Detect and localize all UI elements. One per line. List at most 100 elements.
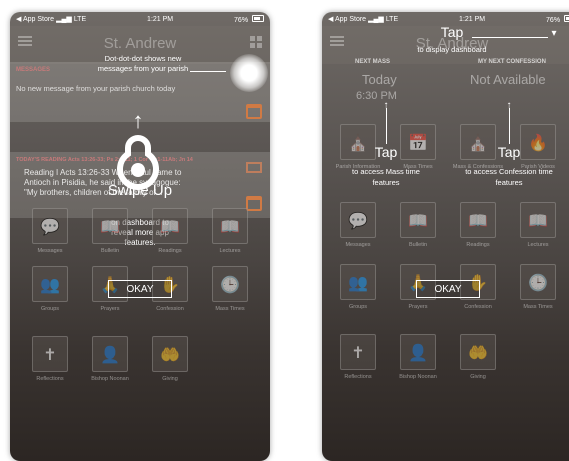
tile-lectures[interactable]: 📖 [212,208,248,244]
hint-arrow-line [386,108,387,144]
status-time: 1:21 PM [459,15,486,23]
tile-label: Giving [470,374,486,380]
tile-reflections[interactable]: ✝ [32,336,68,372]
tile-label: Prayers [100,306,120,312]
tile-label: Readings [466,242,490,248]
battery-icon [564,14,569,22]
cross-icon: ✝ [43,347,57,364]
status-bar: ◀ App Store ▂▄▆ LTE 1:21 PM 76% [10,12,270,26]
tile-label: Bulletin [100,248,120,254]
signal-icon: ▂▄▆ [368,16,384,23]
swipe-up-title: Swipe Up [107,182,173,199]
tap-mass-description: to access Mass time features [352,167,420,187]
tile-mass-times[interactable]: 🕒 [520,264,556,300]
hint-arrow-line [509,108,510,144]
book-icon: 📖 [408,213,428,230]
up-arrow-icon: ↑ [506,100,512,111]
next-mass-value[interactable]: Today [362,72,397,87]
left-phone-screen: ◀ App Store ▂▄▆ LTE 1:21 PM 76% St. Andr… [10,12,270,461]
tile-bulletin[interactable]: 📖 [400,202,436,238]
chat-icon: 💬 [40,219,60,236]
tile-mass-times[interactable]: 🕒 [212,266,248,302]
okay-button[interactable]: OKAY [108,280,172,298]
tile-label: Reflections [344,374,372,380]
right-phone-screen: ◀ App Store ▂▄▆ LTE 1:21 PM 76% St. Andr… [322,12,569,461]
signal-icon: ▂▄▆ [56,16,72,23]
group-icon: 👥 [40,277,60,294]
tap-confession-title: Tap [497,144,521,160]
book-icon: 📖 [468,213,488,230]
giving-icon: 🤲 [468,345,488,362]
battery-percent: 76% [546,16,561,24]
tile-label: Bulletin [408,242,428,248]
tile-bishop-noonan[interactable]: 👤 [400,334,436,370]
clock-icon: 🕒 [220,277,240,294]
reading-label: TODAY'S READING Acts 13:26-33; Ps 2:6-11… [16,157,193,163]
tile-label: Groups [40,306,60,312]
tile-label: Bishop Noonan [91,376,129,382]
next-mass-label: NEXT MASS [355,59,391,65]
tile-bulletin[interactable]: 📖 [92,208,128,244]
book-icon: 📖 [160,219,180,236]
tile-giving[interactable]: 🤲 [460,334,496,370]
book-icon: 📖 [100,219,120,236]
tile-lectures[interactable]: 📖 [520,202,556,238]
tile-reflections[interactable]: ✝ [340,334,376,370]
chevron-down-icon[interactable]: ▾ [548,28,560,39]
tile-label: Bishop Noonan [399,374,437,380]
app-title: St. Andrew [103,35,177,52]
tile-label: Giving [162,376,178,382]
tile-label: Reflections [36,376,64,382]
tap-top-description: to display dashboard [417,45,487,54]
chat-icon: 💬 [348,213,368,230]
status-time: 1:21 PM [147,15,174,23]
giving-icon: 🤲 [160,347,180,364]
tile-groups[interactable]: 👥 [340,264,376,300]
okay-button[interactable]: OKAY [416,280,480,298]
up-arrow-icon: ↑ [383,100,389,111]
tile-readings[interactable]: 📖 [152,208,188,244]
cross-icon: ✝ [351,345,365,362]
clock-icon: 🕒 [528,275,548,292]
calendar-icon[interactable] [246,104,262,119]
tile-readings[interactable]: 📖 [460,202,496,238]
up-arrow-icon: ↑ [132,108,144,133]
tile-label: Mass Times [523,304,553,310]
battery-icon [252,14,264,22]
tile-label: Readings [158,248,182,254]
book-icon: 📖 [220,219,240,236]
grid-icon[interactable] [250,36,262,48]
carrier-label[interactable]: ◀ App Store [16,15,54,23]
tile-label: Lectures [219,248,241,254]
messages-label: MESSAGES [16,67,51,73]
tile-label: Messages [345,242,371,248]
tile-label: Groups [348,304,368,310]
book-icon: 📖 [528,213,548,230]
tile-bishop-noonan[interactable]: 👤 [92,336,128,372]
tap-confession-description: to access Confession time features [465,167,553,187]
carrier-label[interactable]: ◀ App Store [328,15,366,23]
network-label: LTE [73,15,87,23]
hint-arrow-line [472,37,548,38]
calendar-icon[interactable] [246,196,262,211]
tile-groups[interactable]: 👥 [32,266,68,302]
book-icon[interactable] [246,162,262,173]
group-icon: 👥 [348,275,368,292]
next-confession-label: MY NEXT CONFESSION [478,59,546,65]
messages-dot-highlight[interactable] [230,54,268,92]
network-label: LTE [385,15,399,23]
tile-messages[interactable]: 💬 [340,202,376,238]
tile-giving[interactable]: 🤲 [152,336,188,372]
bishop-icon: 👤 [100,347,120,364]
next-confession-value[interactable]: Not Available [470,72,546,87]
tile-label: Messages [37,248,63,254]
message-text: No new message from your parish church t… [16,84,176,93]
tap-mass-title: Tap [374,144,398,160]
tile-label: Prayers [408,304,428,310]
bishop-icon: 👤 [408,345,428,362]
tile-label: Confession [464,304,492,310]
tile-label: Confession [156,306,184,312]
tile-messages[interactable]: 💬 [32,208,68,244]
tile-label: Lectures [527,242,549,248]
tile-label: Mass Times [215,306,245,312]
